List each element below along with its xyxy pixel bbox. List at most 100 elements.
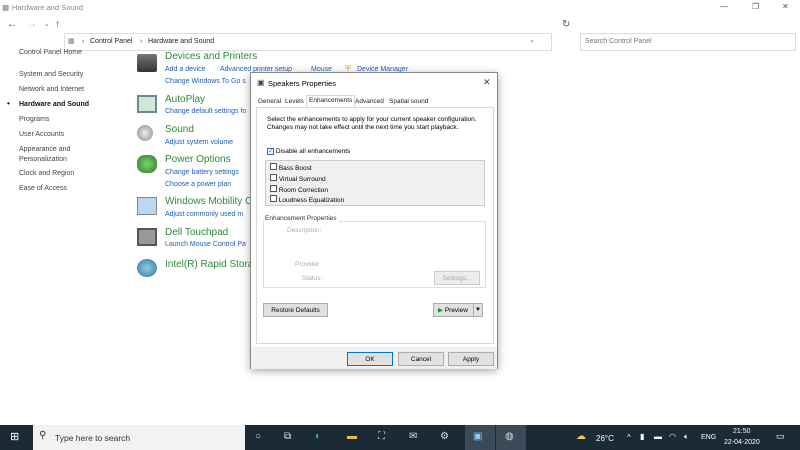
nav-hardware-sound[interactable]: Hardware and Sound bbox=[19, 101, 89, 108]
category-intel-rapid-storage[interactable]: Intel(R) Rapid Stora bbox=[165, 259, 253, 270]
disable-all-checkbox[interactable]: ✓ Disable all enhancements bbox=[267, 148, 350, 155]
address-box[interactable]: ▦ › Control Panel › Hardware and Sound ⌄ bbox=[64, 33, 552, 51]
cortana-icon[interactable]: ○ bbox=[255, 431, 261, 442]
category-power-options[interactable]: Power Options bbox=[165, 154, 231, 165]
ok-button[interactable]: OK bbox=[347, 352, 393, 366]
clock-time[interactable]: 21:50 bbox=[733, 428, 751, 435]
dropdown-icon[interactable]: ⌄ bbox=[529, 36, 535, 44]
search-input[interactable]: Search Control Panel bbox=[580, 33, 796, 51]
category-dell-touchpad[interactable]: Dell Touchpad bbox=[165, 227, 228, 238]
nav-control-panel-home[interactable]: Control Panel Home bbox=[19, 49, 82, 56]
pen-icon[interactable]: ▮ bbox=[640, 432, 644, 441]
checkbox[interactable] bbox=[270, 163, 277, 170]
label: Bass Boost bbox=[278, 165, 312, 172]
taskbar-search-input[interactable]: ⚲ Type here to search bbox=[33, 425, 245, 450]
settings-button: Settings... bbox=[434, 271, 480, 285]
control-panel-icon: ▦ bbox=[68, 38, 75, 45]
title-bar: ▦ Hardware and Sound — ❐ ✕ bbox=[0, 0, 800, 16]
weather-icon: ☁ bbox=[576, 431, 586, 442]
preview-dropdown-icon[interactable]: ▼ bbox=[473, 304, 482, 317]
category-windows-mobility[interactable]: Windows Mobility C bbox=[165, 196, 252, 207]
link-mobility-settings[interactable]: Adjust commonly used m bbox=[165, 211, 243, 218]
nav-system-security[interactable]: System and Security bbox=[19, 71, 83, 78]
up-icon[interactable]: ↑ bbox=[55, 19, 60, 30]
nav-clock-region[interactable]: Clock and Region bbox=[19, 170, 74, 177]
tab-enhancements[interactable]: Enhancements bbox=[306, 95, 356, 107]
autoplay-icon bbox=[137, 95, 157, 113]
volume-icon[interactable]: 🔈︎ bbox=[684, 432, 689, 442]
mobility-icon bbox=[137, 197, 157, 215]
recent-dropdown-icon[interactable]: ⌄ bbox=[44, 20, 50, 28]
speaker-icon bbox=[137, 125, 153, 141]
dialog-close-icon[interactable]: ✕ bbox=[483, 77, 491, 88]
cancel-button[interactable]: Cancel bbox=[398, 352, 444, 366]
category-devices-printers[interactable]: Devices and Printers bbox=[165, 51, 257, 62]
category-sound[interactable]: Sound bbox=[165, 124, 194, 135]
nav-user-accounts[interactable]: User Accounts bbox=[19, 131, 64, 138]
link-battery-settings[interactable]: Change battery settings bbox=[165, 169, 239, 176]
tab-levels[interactable]: Levels bbox=[283, 97, 306, 106]
settings-icon[interactable]: ⚙ bbox=[440, 431, 449, 442]
breadcrumb-hardware-sound[interactable]: Hardware and Sound bbox=[148, 38, 214, 45]
enhancement-bass-boost[interactable]: Bass Boost bbox=[270, 163, 344, 174]
checkbox[interactable] bbox=[270, 195, 277, 203]
task-view-icon[interactable]: ⧉ bbox=[284, 431, 291, 442]
touchpad-icon bbox=[137, 228, 157, 246]
wifi-icon[interactable]: ◠ bbox=[669, 432, 676, 441]
nav-appearance[interactable]: Appearance and bbox=[19, 146, 70, 153]
battery-icon[interactable]: ▬ bbox=[654, 432, 662, 441]
link-windows-to-go[interactable]: Change Windows To Go s bbox=[165, 78, 246, 85]
folder-icon: ▦ bbox=[2, 3, 10, 12]
checkbox[interactable] bbox=[270, 184, 277, 192]
group-title: Enhancement Properties bbox=[265, 215, 339, 222]
current-bullet-icon: • bbox=[7, 99, 10, 108]
link-mouse-control-panel[interactable]: Launch Mouse Control Pa bbox=[165, 241, 246, 248]
control-panel-icon: ▣ bbox=[473, 431, 483, 442]
refresh-icon[interactable]: ↻ bbox=[562, 19, 570, 30]
file-explorer-icon[interactable]: ▬ bbox=[347, 431, 357, 442]
store-icon[interactable]: ⛶ bbox=[378, 431, 385, 442]
enhancements-list: Bass Boost Virtual Surround Room Correct… bbox=[265, 160, 485, 206]
close-button[interactable]: ✕ bbox=[782, 2, 789, 11]
clock-date[interactable]: 22-04-2020 bbox=[724, 439, 760, 446]
status-label: Status: bbox=[302, 275, 323, 282]
show-hidden-icons[interactable]: ^ bbox=[627, 433, 631, 442]
maximize-button[interactable]: ❐ bbox=[752, 2, 759, 11]
minimize-button[interactable]: — bbox=[720, 2, 728, 11]
enhancement-virtual-surround[interactable]: Virtual Surround bbox=[270, 173, 344, 185]
notifications-icon[interactable]: ▭ bbox=[776, 431, 785, 442]
enhancement-room-correction[interactable]: Room Correction bbox=[270, 184, 344, 196]
mail-icon[interactable]: ✉ bbox=[409, 431, 417, 442]
back-icon[interactable]: ← bbox=[7, 19, 17, 30]
nav-ease-of-access[interactable]: Ease of Access bbox=[19, 185, 67, 192]
apply-button[interactable]: Apply bbox=[448, 352, 494, 366]
breadcrumb-control-panel[interactable]: Control Panel bbox=[90, 38, 132, 45]
link-add-device[interactable]: Add a device bbox=[165, 66, 205, 73]
language-indicator[interactable]: ENG bbox=[701, 434, 716, 441]
tab-spatial-sound[interactable]: Spatial sound bbox=[387, 97, 430, 106]
control-panel-task[interactable]: ▣ bbox=[465, 425, 495, 450]
restore-defaults-button[interactable]: Restore Defaults bbox=[263, 303, 328, 317]
battery-icon bbox=[137, 155, 157, 173]
checkbox[interactable] bbox=[270, 173, 277, 181]
category-autoplay[interactable]: AutoPlay bbox=[165, 94, 205, 105]
address-bar: ← → ⌄ ↑ ▦ › Control Panel › Hardware and… bbox=[0, 16, 800, 51]
tab-advanced[interactable]: Advanced bbox=[353, 97, 386, 106]
link-adjust-volume[interactable]: Adjust system volume bbox=[165, 139, 233, 146]
provider-label: Provider: bbox=[295, 261, 322, 268]
forward-icon[interactable]: → bbox=[27, 19, 37, 30]
label: Virtual Surround bbox=[278, 175, 326, 183]
sound-task[interactable]: ◍ bbox=[496, 425, 526, 450]
windows-start-icon[interactable]: ⊞ bbox=[10, 430, 19, 443]
link-power-plan[interactable]: Choose a power plan bbox=[165, 181, 231, 188]
edge-icon[interactable]: ◐ bbox=[315, 431, 321, 442]
link-autoplay-defaults[interactable]: Change default settings fo bbox=[165, 108, 246, 115]
label: Room Correction bbox=[278, 186, 328, 194]
tab-general[interactable]: General bbox=[256, 97, 283, 106]
nav-programs[interactable]: Programs bbox=[19, 116, 49, 123]
preview-button[interactable]: ▶ Preview ▼ bbox=[433, 303, 483, 317]
nav-network-internet[interactable]: Network and Internet bbox=[19, 86, 84, 93]
enhancement-loudness-eq[interactable]: Loudness Equalization bbox=[270, 195, 344, 206]
nav-personalization[interactable]: Personalization bbox=[19, 156, 67, 163]
search-icon: ⚲ bbox=[39, 430, 47, 441]
